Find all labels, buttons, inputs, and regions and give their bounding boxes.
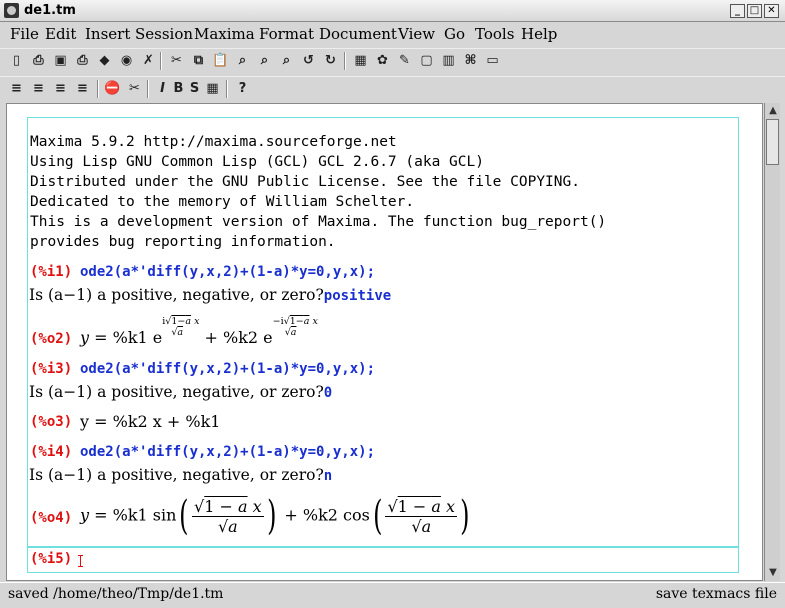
question-text: Is (a−1) a positive, negative, or zero? [29,286,324,304]
menu-document[interactable]: Document [319,25,397,43]
menu-insert[interactable]: Insert [85,25,130,43]
input-label: (%i3) [30,361,73,377]
text-cursor [78,555,83,567]
output-label: (%o2) [30,331,73,347]
open-icon[interactable]: ⎙ [30,52,47,69]
banner-line: This is a development version of Maxima.… [30,214,607,230]
output-label: (%o3) [30,414,73,430]
menu-file[interactable]: File [10,25,39,43]
answer-text[interactable]: positive [324,288,391,304]
input-label: (%i5) [30,551,73,567]
output-formula: y = %k2 x + %k1 [80,412,221,431]
network-icon[interactable]: ⌘ [462,52,479,69]
menu-help[interactable]: Help [521,25,557,43]
help-icon[interactable]: ? [234,80,251,97]
menu-maxima[interactable]: Maxima [194,25,255,43]
menu-go[interactable]: Go [444,25,465,43]
menu-edit[interactable]: Edit [45,25,76,43]
palette-icon[interactable]: ✿ [374,52,391,69]
maximize-button[interactable]: □ [747,4,762,18]
status-hint: save texmacs file [655,586,777,602]
input-command[interactable]: ode2(a*'diff(y,x,2)+(1-a)*y=0,y,x); [80,264,375,280]
app-icon [4,3,19,18]
bold-button[interactable]: B [170,80,187,97]
input-command[interactable]: ode2(a*'diff(y,x,2)+(1-a)*y=0,y,x); [80,361,375,377]
computer-icon[interactable]: ▭ [484,52,501,69]
package-icon[interactable]: ◆ [96,52,113,69]
menu-session[interactable]: Session [135,25,193,43]
scroll-down-icon[interactable]: ▼ [766,566,780,579]
toolbar-separator [160,52,162,70]
banner-line: Dedicated to the memory of William Schel… [30,194,415,210]
frame-icon[interactable]: ▢ [418,52,435,69]
find-icon[interactable]: ⌕ [234,52,251,69]
italic-button[interactable]: I [154,80,171,97]
color-icon[interactable]: ▦ [204,80,221,97]
copy-icon[interactable]: ⧉ [190,52,207,69]
scroll-up-icon[interactable]: ▲ [766,104,780,117]
justify-icon[interactable]: ≡ [74,80,91,97]
new-doc-icon[interactable]: ▯ [8,52,25,69]
vertical-scrollbar[interactable]: ▲ ▼ [764,103,780,581]
toolbar-separator [226,80,228,98]
menu-view[interactable]: View [398,25,435,43]
banner-line: Maxima 5.9.2 http://maxima.sourceforge.n… [30,134,397,150]
active-input-cell[interactable]: (%i5) [27,547,739,573]
banner-line: Distributed under the GNU Public License… [30,174,580,190]
menu-bar: File Edit Insert Session Maxima Format D… [0,22,785,46]
question-line: Is (a−1) a positive, negative, or zero?n [29,466,332,484]
output-formula: y = %k1 sin(√1 − a x √a) + %k2 cos(√1 − a… [80,493,470,539]
document-area[interactable]: Maxima 5.9.2 http://maxima.sourceforge.n… [6,103,763,581]
paste-icon[interactable]: 📋 [212,52,229,69]
status-message: saved /home/theo/Tmp/de1.tm [8,586,224,602]
replace-icon[interactable]: ⌕ [256,52,273,69]
scissors-icon[interactable]: ✂ [126,80,143,97]
undo-icon[interactable]: ↺ [300,52,317,69]
close-button[interactable]: ✕ [764,4,779,18]
align-center-icon[interactable]: ≡ [30,80,47,97]
question-text: Is (a−1) a positive, negative, or zero? [29,383,324,401]
status-bar: saved /home/theo/Tmp/de1.tm save texmacs… [0,582,785,608]
main-toolbar: ▯ ⎙ ▣ ⎙ ◆ ◉ ✗ ✂ ⧉ 📋 ⌕ ⌕ ⌕ ↺ ↻ ▦ ✿ ✎ ▢ ▥ ⌘ ▭ [0,48,785,74]
input-command[interactable]: ode2(a*'diff(y,x,2)+(1-a)*y=0,y,x); [80,444,375,460]
print-icon[interactable]: ⎙ [74,52,91,69]
film-icon[interactable]: ▥ [440,52,457,69]
redo-icon[interactable]: ↻ [322,52,339,69]
table-icon[interactable]: ▦ [352,52,369,69]
sans-serif-button[interactable]: S [186,80,203,97]
output-formula: y = %k1 ei√1−a x √a + %k2 e−i√1−a x √a [80,316,318,347]
maxima-session: Maxima 5.9.2 http://maxima.sourceforge.n… [27,117,739,547]
input-label: (%i4) [30,444,73,460]
toolbar-separator [344,52,346,70]
question-line: Is (a−1) a positive, negative, or zero?p… [29,286,391,304]
banner-line: Using Lisp GNU Common Lisp (GCL) GCL 2.6… [30,154,484,170]
menu-format[interactable]: Format [259,25,314,43]
save-icon[interactable]: ▣ [52,52,69,69]
input-label: (%i1) [30,264,73,280]
banner-line: provides bug reporting information. [30,234,336,250]
menu-tools[interactable]: Tools [475,25,514,43]
window-title: de1.tm [24,3,76,18]
toolbar-separator [147,80,149,98]
title-bar: de1.tm _ □ ✕ [0,0,785,22]
toolbar-separator [97,80,99,98]
answer-text[interactable]: 0 [324,385,332,401]
spell-icon[interactable]: ⌕ [278,52,295,69]
output-label: (%o4) [30,510,73,526]
scroll-thumb[interactable] [766,119,779,165]
stop-icon[interactable]: ⛔ [104,80,121,97]
answer-text[interactable]: n [324,468,332,484]
close-doc-icon[interactable]: ✗ [140,52,157,69]
pen-icon[interactable]: ✎ [396,52,413,69]
align-left-icon[interactable]: ≡ [8,80,25,97]
format-toolbar: ≡ ≡ ≡ ≡ ⛔ ✂ I B S ▦? [0,76,785,102]
question-text: Is (a−1) a positive, negative, or zero? [29,466,324,484]
question-line: Is (a−1) a positive, negative, or zero?0 [29,383,332,401]
align-right-icon[interactable]: ≡ [52,80,69,97]
minimize-button[interactable]: _ [730,4,745,18]
globe-icon[interactable]: ◉ [118,52,135,69]
cut-icon[interactable]: ✂ [168,52,185,69]
